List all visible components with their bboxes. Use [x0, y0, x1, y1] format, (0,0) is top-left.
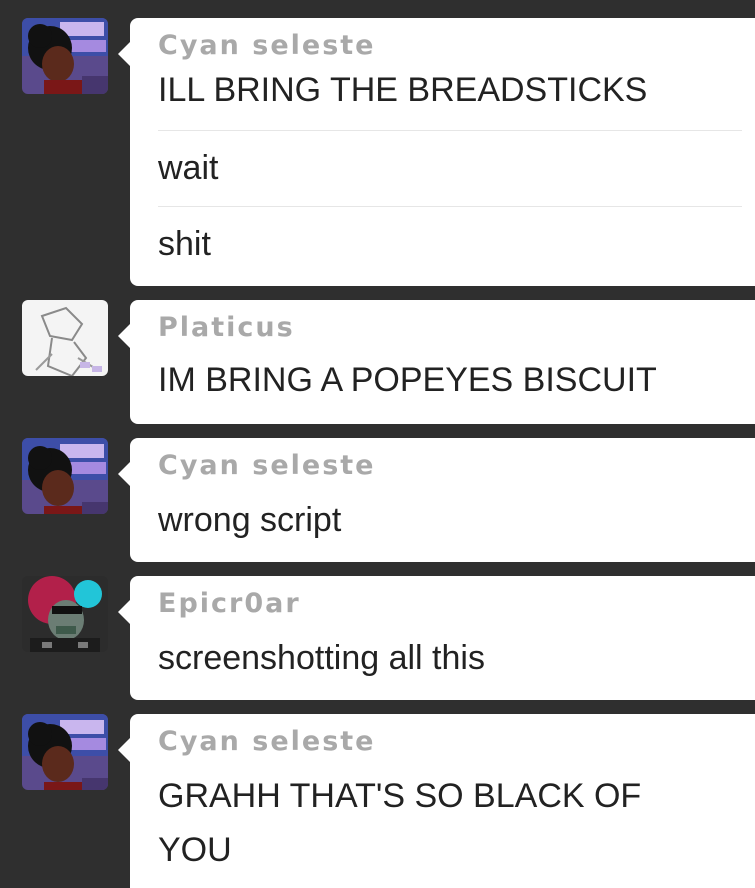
message-text: wait [158, 149, 219, 187]
message-group: Cyan seleste ILL BRING THE BREADSTICKS w… [0, 18, 755, 286]
message-text: YOU [158, 831, 232, 869]
message-bubble: Epicr0ar screenshotting all this [118, 576, 755, 700]
message-bubble: Platicus IM BRING A POPEYES BISCUIT [118, 300, 755, 424]
epicr0ar-avatar-icon[interactable] [22, 576, 108, 652]
message-text: wrong script [158, 501, 342, 539]
message-text: screenshotting all this [158, 639, 485, 677]
message-text: ILL BRING THE BREADSTICKS [158, 71, 648, 109]
message-group: Platicus IM BRING A POPEYES BISCUIT [0, 300, 755, 424]
message-bubble: Cyan seleste GRAHH THAT'S SO BLACK OF YO… [118, 714, 755, 888]
cyan-seleste-avatar-icon[interactable] [22, 714, 108, 790]
message-bubble: Cyan seleste ILL BRING THE BREADSTICKS w… [118, 18, 755, 286]
message-text: IM BRING A POPEYES BISCUIT [158, 361, 657, 399]
chat-log: Cyan seleste ILL BRING THE BREADSTICKS w… [0, 0, 755, 888]
message-bubble: Cyan seleste wrong script [118, 438, 755, 562]
username[interactable]: Cyan seleste [158, 726, 376, 757]
username[interactable]: Epicr0ar [158, 588, 301, 619]
platicus-avatar-icon[interactable] [22, 300, 108, 376]
message-text: shit [158, 225, 211, 263]
message-text: GRAHH THAT'S SO BLACK OF [158, 777, 642, 815]
divider [158, 206, 742, 207]
cyan-seleste-avatar-icon[interactable] [22, 18, 108, 94]
username[interactable]: Cyan seleste [158, 450, 376, 481]
message-group: Cyan seleste wrong script [0, 438, 755, 562]
message-group: Epicr0ar screenshotting all this [0, 576, 755, 700]
divider [158, 130, 742, 131]
username[interactable]: Platicus [158, 312, 295, 343]
username[interactable]: Cyan seleste [158, 30, 376, 61]
cyan-seleste-avatar-icon[interactable] [22, 438, 108, 514]
message-group: Cyan seleste GRAHH THAT'S SO BLACK OF YO… [0, 714, 755, 888]
